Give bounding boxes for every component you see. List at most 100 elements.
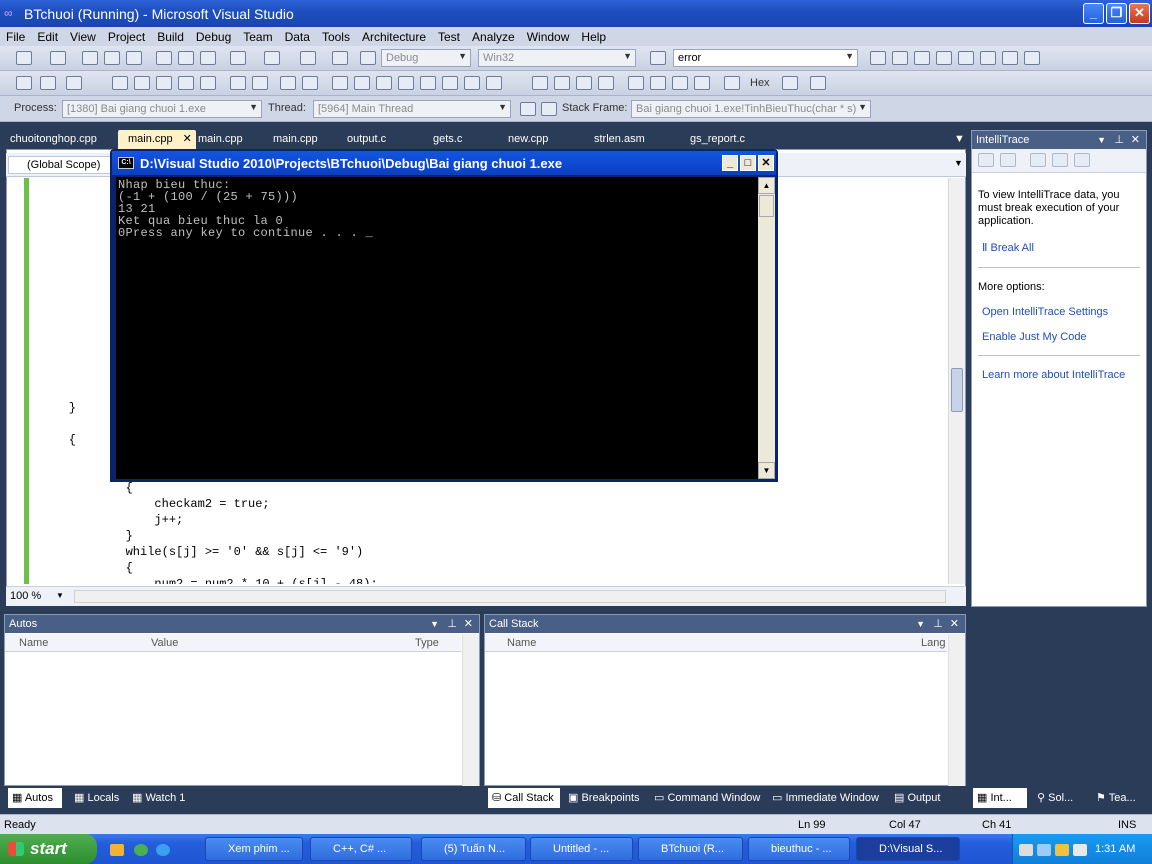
stop-debugging-icon[interactable]	[576, 76, 592, 90]
menu-view[interactable]: View	[64, 30, 102, 44]
break-all-icon[interactable]	[554, 76, 570, 90]
taskbar-item-console[interactable]: D:\Visual S...	[856, 837, 960, 861]
prev-bookmark-doc-icon[interactable]	[442, 76, 458, 90]
tab-solution-explorer[interactable]: ⚲ Sol...	[1033, 788, 1077, 808]
menu-data[interactable]: Data	[279, 30, 316, 44]
stack-frame-dropdown[interactable]: Bai giang chuoi 1.exe!TinhBieuThuc(char …	[631, 100, 871, 118]
hex-toggle[interactable]: Hex	[750, 77, 770, 89]
panel-menu-icon[interactable]: ▼	[430, 615, 439, 633]
tab-breakpoints[interactable]: ▣ Breakpoints	[564, 788, 644, 808]
menu-tools[interactable]: Tools	[316, 30, 356, 44]
bookmark-icon[interactable]	[332, 76, 348, 90]
start-debugging-icon[interactable]	[360, 51, 376, 65]
column-value[interactable]: Value	[151, 634, 178, 652]
refresh-icon[interactable]	[1074, 153, 1090, 167]
tab-command-window[interactable]: ▭ Command Window	[650, 788, 764, 808]
font-icon[interactable]	[178, 76, 194, 90]
console-close-button[interactable]: ✕	[758, 155, 774, 171]
antivirus-icon[interactable]	[1055, 844, 1069, 856]
new-project-icon[interactable]	[16, 51, 32, 65]
menu-help[interactable]: Help	[575, 30, 612, 44]
solution-configuration-dropdown[interactable]: Debug ▼	[381, 49, 471, 67]
minimize-button[interactable]: _	[1083, 3, 1104, 24]
open-intellitrace-settings-link[interactable]: Open IntelliTrace Settings	[982, 306, 1108, 318]
tab-chuoitonghop[interactable]: chuoitonghop.cpp	[0, 130, 107, 149]
column-name[interactable]: Name	[19, 634, 48, 652]
extension-manager-icon[interactable]	[980, 51, 996, 65]
show-next-statement-icon[interactable]	[628, 76, 644, 90]
menu-project[interactable]: Project	[102, 30, 151, 44]
show-threads-icon[interactable]	[782, 76, 798, 90]
next-bookmark-folder-icon[interactable]	[420, 76, 436, 90]
open-file-icon[interactable]	[82, 51, 98, 65]
increase-indent-icon[interactable]	[252, 76, 268, 90]
parameter-info-icon[interactable]	[112, 76, 128, 90]
properties-icon[interactable]	[892, 51, 908, 65]
navigate-forward-icon[interactable]	[332, 51, 348, 65]
class-view-icon[interactable]	[1002, 51, 1018, 65]
tab-main-cpp-active[interactable]: main.cpp ✕	[118, 130, 196, 149]
step-over-icon[interactable]	[672, 76, 688, 90]
zoom-level[interactable]: 100 %	[10, 590, 41, 602]
tab-team-explorer[interactable]: ⚑ Tea...	[1092, 788, 1140, 808]
zoom-chevron-icon[interactable]: ▼	[56, 591, 64, 600]
tab-autos[interactable]: ▦ Autos	[8, 788, 62, 808]
restart-icon[interactable]	[598, 76, 614, 90]
menu-build[interactable]: Build	[151, 30, 190, 44]
flag-threads-icon[interactable]	[520, 102, 536, 116]
taskbar-item-cpp-csharp[interactable]: C++, C# ...	[310, 837, 412, 861]
menu-test[interactable]: Test	[432, 30, 466, 44]
column-language[interactable]: Lang	[921, 634, 945, 652]
start-button[interactable]: start	[0, 834, 97, 864]
menu-debug[interactable]: Debug	[190, 30, 237, 44]
copy-icon[interactable]	[178, 51, 194, 65]
tab-strlen-asm[interactable]: strlen.asm	[584, 130, 655, 149]
tab-watch-1[interactable]: ▦ Watch 1	[128, 788, 189, 808]
next-bookmark-icon[interactable]	[376, 76, 392, 90]
taskbar-item-xem-phim[interactable]: Xem phim ...	[205, 837, 303, 861]
cursor-icon[interactable]	[156, 76, 172, 90]
internet-explorer-icon[interactable]	[156, 844, 170, 856]
tab-locals[interactable]: ▦ Locals	[70, 788, 123, 808]
scroll-up-icon[interactable]: ▲	[758, 177, 775, 194]
pin-icon[interactable]: ⊥	[1114, 131, 1124, 149]
prev-bookmark-icon[interactable]	[354, 76, 370, 90]
menu-file[interactable]: File	[0, 30, 31, 44]
quicklaunch-app-icon[interactable]	[110, 844, 124, 856]
menu-analyze[interactable]: Analyze	[466, 30, 521, 44]
console-maximize-button[interactable]: □	[740, 155, 756, 171]
menu-architecture[interactable]: Architecture	[356, 30, 432, 44]
quick-info-icon[interactable]	[40, 76, 56, 90]
close-icon[interactable]: ✕	[1131, 131, 1140, 149]
close-icon[interactable]: ✕	[950, 615, 959, 633]
events-view-icon[interactable]	[978, 153, 994, 167]
call-stack-scrollbar[interactable]	[948, 634, 965, 786]
next-bookmark-doc-icon[interactable]	[464, 76, 480, 90]
menu-edit[interactable]: Edit	[31, 30, 64, 44]
chrome-icon[interactable]	[134, 844, 148, 856]
break-all-link[interactable]: Ⅱ Break All	[982, 241, 1034, 254]
pin-icon[interactable]: ⊥	[447, 615, 457, 633]
undo-icon[interactable]	[230, 51, 246, 65]
scroll-down-icon[interactable]: ▼	[758, 462, 775, 479]
tab-gets-c[interactable]: gets.c	[423, 130, 472, 149]
save-icon[interactable]	[104, 51, 120, 65]
panel-menu-icon[interactable]: ▼	[916, 615, 925, 633]
complete-word-icon[interactable]	[66, 76, 82, 90]
decrease-indent-icon[interactable]	[230, 76, 246, 90]
process-dropdown[interactable]: [1380] Bai giang chuoi 1.exe ▼	[62, 100, 262, 118]
network-icon[interactable]	[1037, 844, 1051, 856]
settings-icon[interactable]	[1052, 153, 1068, 167]
tab-call-stack[interactable]: ⛁ Call Stack	[488, 788, 560, 808]
scroll-thumb[interactable]	[951, 368, 963, 412]
breakpoints-window-icon[interactable]	[810, 76, 826, 90]
column-name[interactable]: Name	[507, 634, 536, 652]
display-word-icon[interactable]	[134, 76, 150, 90]
console-window[interactable]: C:\ D:\Visual Studio 2010\Projects\BTchu…	[110, 149, 778, 482]
paste-icon[interactable]	[200, 51, 216, 65]
continue-icon[interactable]	[532, 76, 548, 90]
learn-more-link[interactable]: Learn more about IntelliTrace	[982, 369, 1125, 381]
navigate-back-icon[interactable]	[300, 51, 316, 65]
outdent-icon[interactable]	[200, 76, 216, 90]
tab-output[interactable]: ▤ Output	[890, 788, 944, 808]
